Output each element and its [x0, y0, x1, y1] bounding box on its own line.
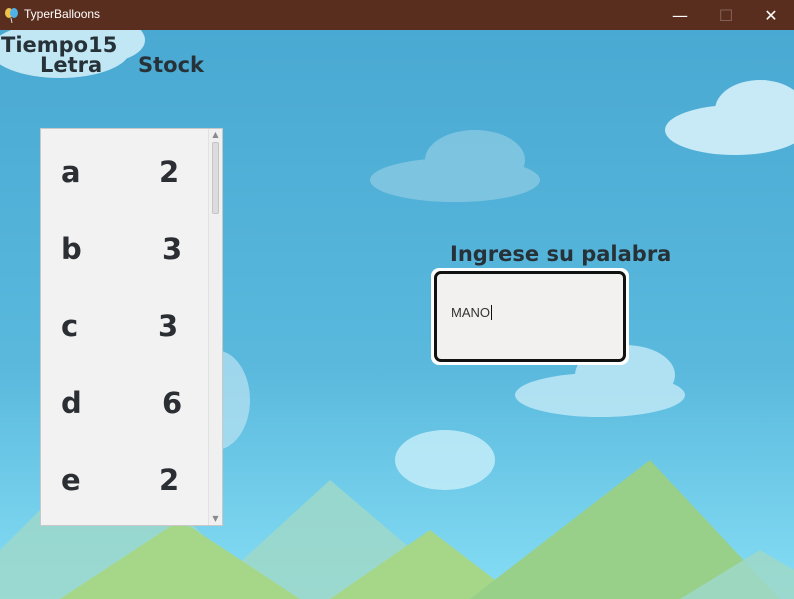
list-scrollbar[interactable]: ▲ ▼ — [208, 129, 222, 525]
maximize-icon: ☐ — [718, 5, 734, 25]
stock-cell: 2 — [159, 155, 180, 189]
stock-cell: 3 — [162, 232, 183, 266]
letter-stock-list[interactable]: a 2 b 3 c 3 d 6 e 2 ▲ ▼ — [40, 128, 223, 526]
maximize-button[interactable]: ☐ — [703, 0, 749, 30]
scroll-down-icon[interactable]: ▼ — [209, 513, 222, 525]
letter-cell: b — [61, 232, 82, 266]
letter-cell: d — [61, 386, 82, 420]
close-icon: ✕ — [764, 5, 778, 25]
stock-cell: 2 — [159, 463, 180, 497]
minimize-icon: — — [672, 5, 688, 25]
cloud-mid — [395, 430, 495, 490]
stock-column-header: Stock — [138, 53, 205, 77]
list-item: b 3 — [41, 232, 211, 272]
stock-cell: 6 — [162, 386, 183, 420]
input-prompt-label: Ingrese su palabra — [450, 242, 672, 266]
scroll-up-icon[interactable]: ▲ — [209, 129, 222, 141]
letter-cell: a — [61, 155, 81, 189]
minimize-button[interactable]: — — [657, 0, 703, 30]
window-title: TyperBalloons — [24, 7, 101, 21]
list-item: a 2 — [41, 155, 211, 195]
list-item: c 3 — [41, 309, 211, 349]
stock-cell: 3 — [158, 309, 179, 343]
letter-cell: e — [61, 463, 81, 497]
word-input-value[interactable]: MANO — [451, 305, 492, 320]
window-titlebar[interactable]: TyperBalloons — ☐ ✕ — [0, 0, 794, 31]
list-item: e 2 — [41, 463, 211, 503]
word-input[interactable]: MANO — [434, 271, 626, 362]
balloon-icon — [5, 8, 18, 23]
letter-cell: c — [61, 309, 79, 343]
text-caret — [491, 305, 492, 320]
list-item: d 6 — [41, 386, 211, 426]
letter-column-header: Letra — [40, 53, 103, 77]
close-button[interactable]: ✕ — [748, 0, 794, 30]
word-input-frame[interactable]: MANO — [431, 268, 629, 365]
scroll-thumb[interactable] — [212, 142, 219, 214]
